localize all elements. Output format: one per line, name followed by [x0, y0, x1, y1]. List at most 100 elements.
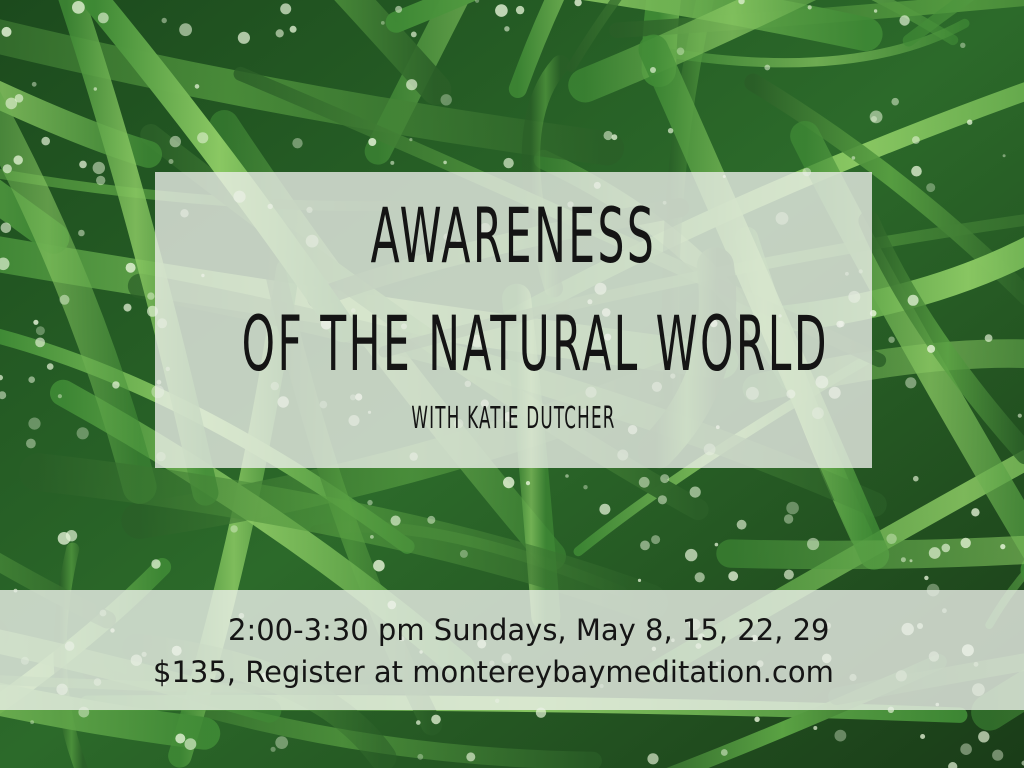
dew-drop: [33, 319, 39, 325]
dew-drop: [873, 9, 878, 13]
dew-drop: [1002, 154, 1006, 158]
dew-drop: [179, 23, 193, 37]
dew-drop: [611, 134, 618, 141]
dew-drop: [161, 17, 167, 24]
dew-drop: [647, 753, 659, 765]
dew-drop: [184, 738, 197, 750]
dew-drop: [637, 578, 642, 583]
dew-drop: [1017, 413, 1022, 418]
dew-drop: [92, 161, 106, 175]
dew-drop: [504, 26, 510, 32]
dew-drop: [685, 548, 698, 562]
dew-drop: [992, 749, 1004, 761]
dew-drop: [410, 31, 417, 38]
dew-drop: [280, 3, 292, 15]
dew-drop: [368, 138, 377, 146]
title-line-natural-world: of the Natural World: [241, 299, 829, 388]
dew-drop: [440, 94, 452, 106]
dew-drop: [928, 547, 941, 559]
dew-drop: [406, 79, 418, 91]
dew-drop: [676, 47, 685, 56]
dew-drop: [909, 559, 913, 563]
dew-drop: [230, 525, 238, 533]
dew-drop: [926, 183, 936, 193]
dew-drop: [978, 731, 990, 743]
dew-drop: [30, 720, 34, 725]
dew-drop: [899, 15, 910, 26]
dew-drop: [971, 508, 980, 517]
dew-drop: [891, 97, 899, 106]
dew-drop: [26, 438, 36, 449]
dew-drop: [807, 537, 820, 551]
dew-drop: [912, 136, 920, 144]
dew-drop: [13, 155, 23, 165]
dew-drop: [834, 729, 847, 742]
dew-drop: [728, 571, 739, 582]
dew-drop: [443, 160, 447, 165]
dew-drop: [112, 381, 120, 389]
dew-drop: [28, 417, 41, 430]
dew-drop: [46, 363, 54, 370]
dew-drop: [5, 97, 18, 110]
dew-drop: [813, 726, 818, 730]
dew-drop: [237, 31, 250, 44]
dew-drop: [409, 138, 413, 142]
dew-drop: [93, 87, 98, 91]
dew-drop: [78, 229, 85, 237]
dew-drop: [984, 334, 993, 342]
dew-drop: [151, 559, 161, 569]
dew-drop: [97, 12, 109, 24]
schedule-text: 2:00-3:30 pm Sundays, May 8, 15, 22, 29: [228, 613, 830, 647]
dew-drop: [694, 572, 705, 583]
dew-drop: [960, 42, 966, 48]
title-panel: Awareness of the Natural World with Kati…: [155, 172, 872, 468]
dew-drop: [495, 4, 508, 17]
dew-drop: [907, 294, 919, 306]
dew-drop: [503, 476, 515, 489]
dew-drop: [373, 559, 385, 572]
dew-drop: [292, 138, 303, 149]
dew-drop: [289, 25, 297, 33]
dew-drop: [125, 262, 136, 273]
dew-drop: [31, 81, 37, 87]
dew-drop: [764, 64, 771, 71]
dew-drop: [275, 29, 284, 38]
dew-drop: [175, 733, 186, 744]
dew-drop: [197, 132, 209, 144]
dew-drop: [417, 753, 424, 760]
dew-drop: [640, 540, 650, 551]
dew-drop: [515, 5, 525, 15]
dew-drop: [599, 503, 611, 515]
dew-drop: [41, 136, 50, 146]
dew-drop: [783, 569, 794, 580]
dew-drop: [736, 519, 747, 530]
dew-drop: [720, 749, 728, 756]
subtitle-instructor: with Katie Dutcher: [411, 401, 616, 436]
dew-drop: [416, 720, 421, 725]
dew-drop: [667, 128, 674, 134]
dew-drop: [96, 175, 106, 186]
dew-drop: [924, 575, 929, 581]
dew-drop: [920, 734, 926, 739]
dew-drop: [783, 514, 794, 524]
dew-drop: [886, 533, 897, 544]
dew-drop: [888, 336, 895, 343]
dew-drop: [390, 515, 401, 526]
dew-drop: [900, 557, 906, 563]
dew-drop: [466, 752, 476, 762]
dew-drop: [367, 499, 373, 506]
dew-drop: [911, 165, 922, 177]
dew-drop: [79, 160, 87, 169]
dew-drop: [967, 119, 973, 125]
dew-drop: [76, 427, 89, 440]
dew-drop: [650, 67, 656, 73]
dew-drop: [689, 486, 701, 498]
dew-drop: [28, 376, 35, 384]
dew-drop: [583, 485, 588, 490]
dew-drop: [525, 481, 531, 486]
dew-drop: [168, 159, 174, 164]
dew-drop: [169, 135, 181, 148]
dew-drop: [1, 26, 12, 37]
dew-drop: [905, 377, 917, 389]
dew-drop: [380, 21, 385, 25]
